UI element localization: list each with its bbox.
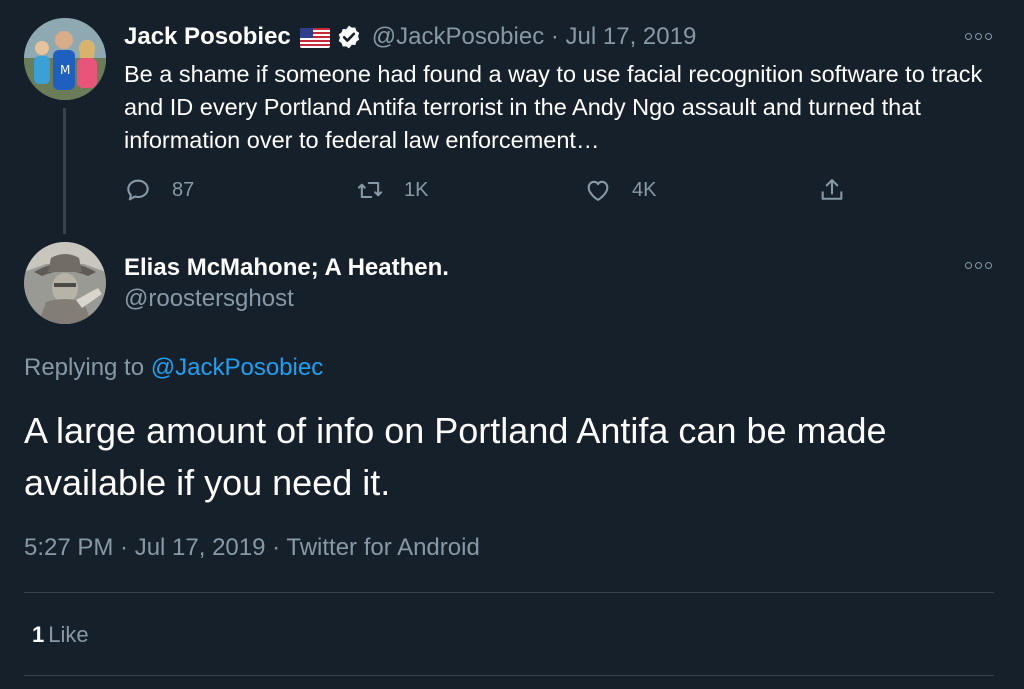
more-options-icon[interactable] <box>965 31 999 41</box>
like-count: 4K <box>632 178 657 201</box>
tweet-timestamp-source[interactable]: 5:27 PM · Jul 17, 2019 · Twitter for And… <box>24 534 480 562</box>
like-button[interactable]: 4K <box>584 172 656 208</box>
likes-summary[interactable]: 1 Like <box>32 622 89 648</box>
heart-icon <box>587 180 609 201</box>
thread-connector-line <box>63 108 66 234</box>
main-author-name[interactable]: Elias McMahone; A Heathen. <box>124 254 449 282</box>
parent-tweet-text: Be a shame if someone had found a way to… <box>124 61 983 153</box>
more-options-icon[interactable] <box>965 260 999 270</box>
main-author-handle[interactable]: @roostersghost <box>124 285 294 313</box>
replying-prefix: Replying to <box>24 354 151 381</box>
parent-tweet-header: Jack Posobiec @JackPosobiec · Jul 17, 20… <box>124 22 696 52</box>
avatar-elias-mcmahone[interactable] <box>24 242 106 324</box>
reply-icon <box>127 179 149 201</box>
replying-mention-link[interactable]: @JackPosobiec <box>151 354 323 381</box>
retweet-icon <box>357 181 383 199</box>
reply-count: 87 <box>172 178 195 201</box>
avatar-jack-posobiec[interactable]: M <box>24 18 106 100</box>
svg-text:M: M <box>60 63 70 77</box>
verified-badge-icon <box>336 24 362 50</box>
likes-summary-label: Like <box>48 622 89 647</box>
tweet-thread: M Jack Posobiec @JackPosobiec · Jul 17, … <box>0 0 1024 689</box>
divider <box>24 592 994 593</box>
likes-summary-count: 1 <box>32 622 45 647</box>
divider <box>24 675 994 676</box>
reply-button[interactable]: 87 <box>124 172 194 208</box>
retweet-count: 1K <box>404 178 429 201</box>
parent-author-name[interactable]: Jack Posobiec <box>124 23 291 51</box>
us-flag-icon <box>299 27 330 48</box>
retweet-button[interactable]: 1K <box>356 172 428 208</box>
share-icon <box>821 179 843 200</box>
parent-tweet-actions: 87 1K 4K <box>124 172 864 208</box>
main-tweet-text: A large amount of info on Portland Antif… <box>24 410 887 503</box>
replying-to: Replying to @JackPosobiec <box>24 354 323 382</box>
share-button[interactable] <box>818 172 846 208</box>
parent-handle-date[interactable]: @JackPosobiec · Jul 17, 2019 <box>372 23 697 51</box>
